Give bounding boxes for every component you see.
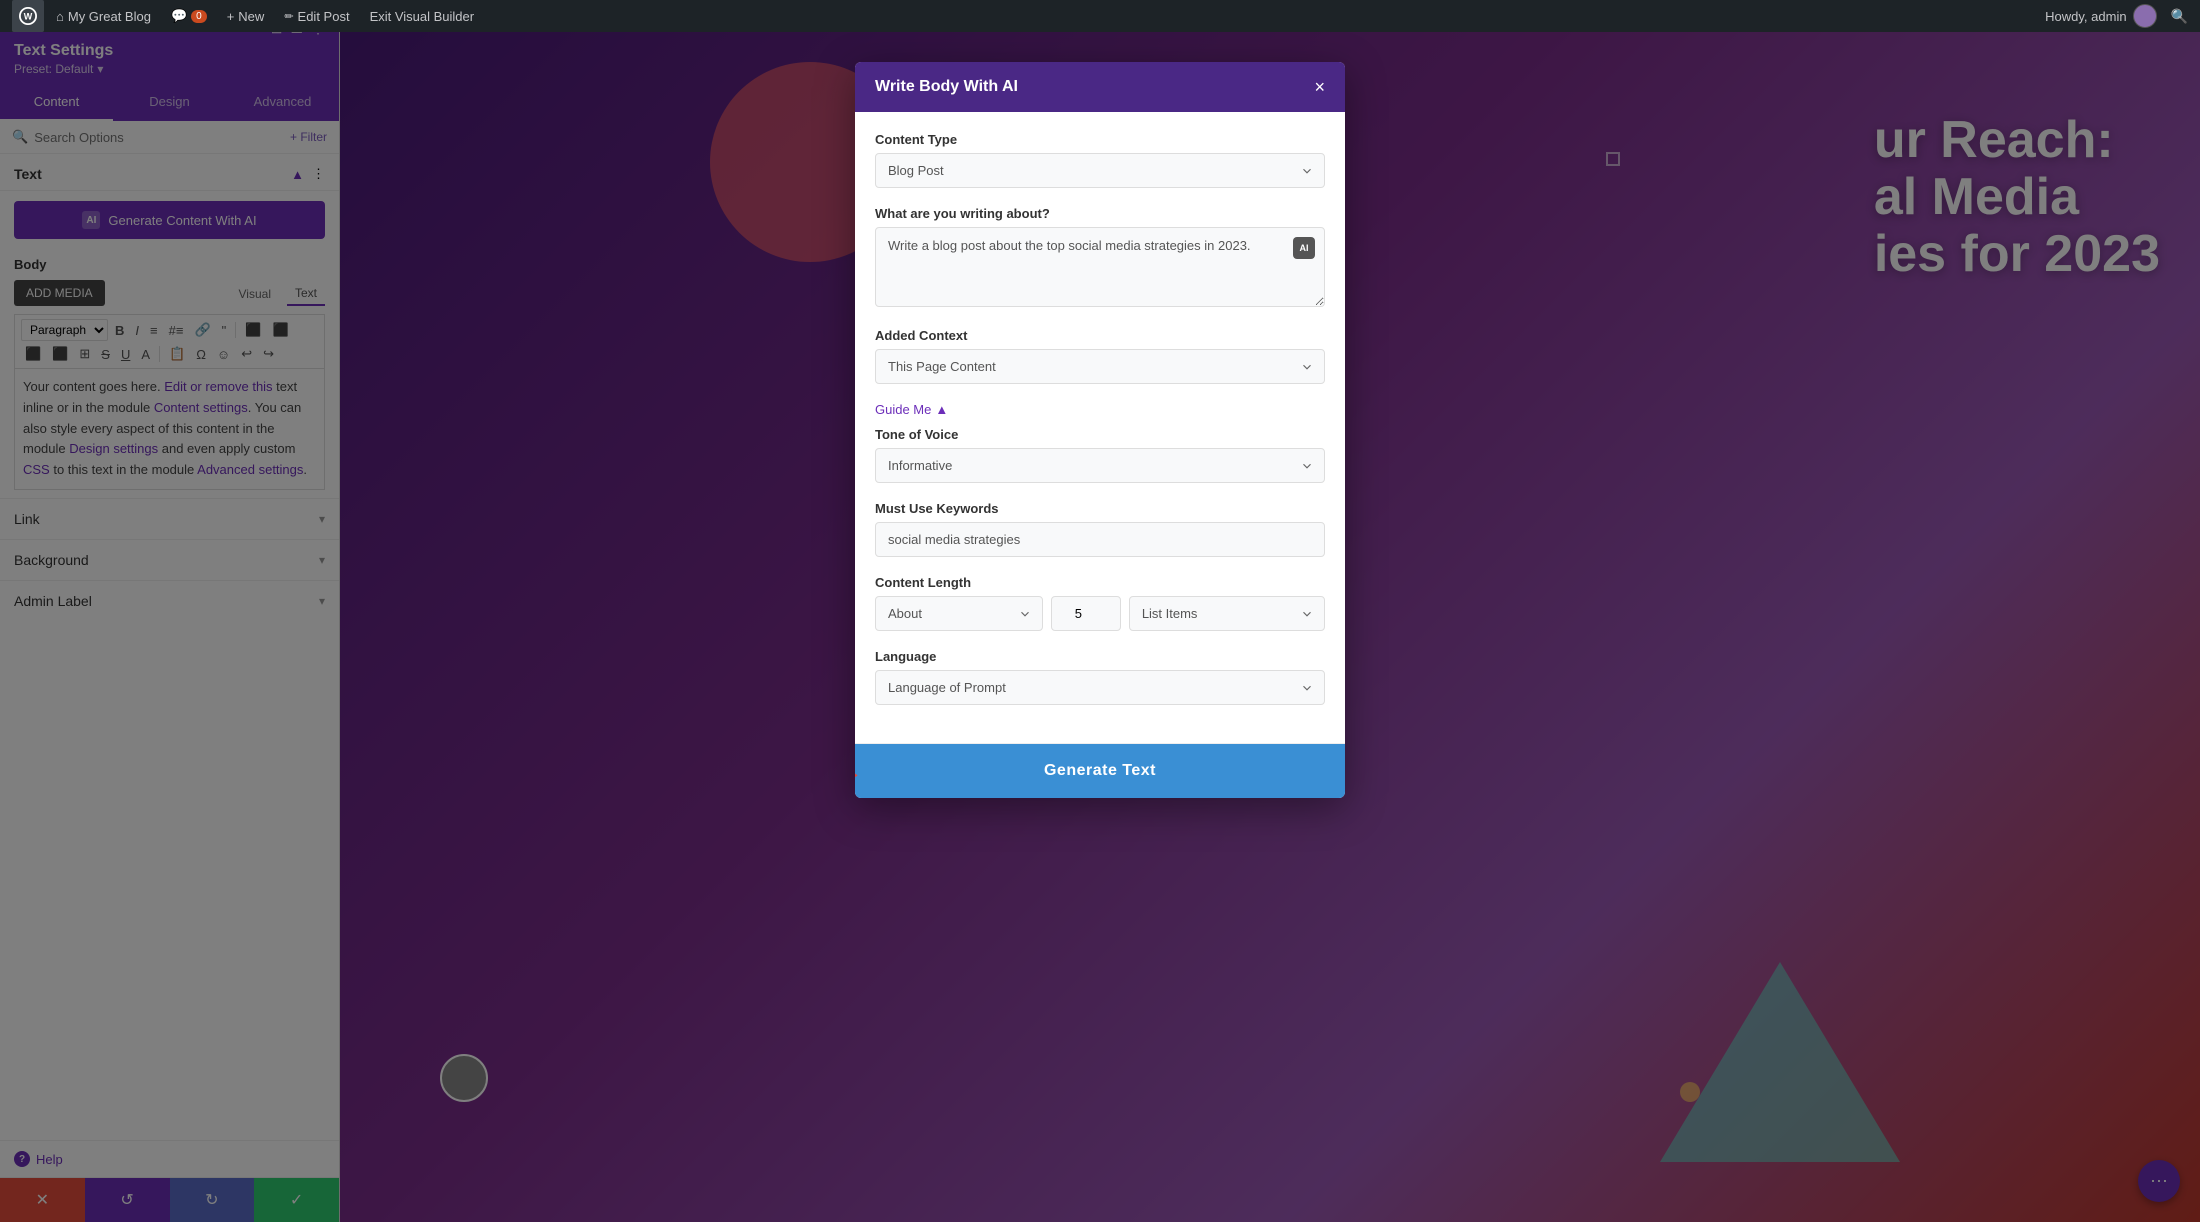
modal-header: Write Body With AI ×: [855, 62, 1345, 112]
exit-builder-item[interactable]: Exit Visual Builder: [362, 0, 483, 32]
writing-about-group: What are you writing about? Write a blog…: [875, 206, 1325, 310]
guide-me-arrow-icon: ▲: [935, 402, 948, 417]
generate-btn-wrapper: → Generate Text: [855, 744, 1345, 798]
added-context-group: Added Context This Page Content No Conte…: [875, 328, 1325, 384]
plus-icon: +: [227, 9, 235, 24]
exit-label: Exit Visual Builder: [370, 9, 475, 24]
edit-post-item[interactable]: ✏ Edit Post: [276, 0, 357, 32]
guide-me-group: Guide Me ▲ Tone of Voice Informative Pro…: [875, 402, 1325, 483]
search-icon[interactable]: 🔍: [2171, 8, 2188, 25]
writing-about-textarea[interactable]: Write a blog post about the top social m…: [875, 227, 1325, 307]
modal-close-button[interactable]: ×: [1314, 78, 1325, 96]
keywords-group: Must Use Keywords: [875, 501, 1325, 557]
new-item[interactable]: + New: [219, 0, 273, 32]
textarea-wrapper: Write a blog post about the top social m…: [875, 227, 1325, 310]
tone-label: Tone of Voice: [875, 427, 1325, 442]
content-length-label: Content Length: [875, 575, 1325, 590]
howdy-text: Howdy, admin: [2045, 9, 2126, 24]
content-type-group: Content Type Blog Post Article Social Me…: [875, 132, 1325, 188]
content-type-select[interactable]: Blog Post Article Social Media Email Pro…: [875, 153, 1325, 188]
generate-text-button[interactable]: Generate Text: [855, 744, 1345, 798]
comment-icon: 💬: [171, 8, 187, 24]
admin-bar: W ⌂ My Great Blog 💬 0 + New ✏ Edit Post …: [0, 0, 2200, 32]
language-group: Language Language of Prompt English Span…: [875, 649, 1325, 705]
site-name-item[interactable]: ⌂ My Great Blog: [48, 0, 159, 32]
content-length-row: About Exactly At Least At Most List Item…: [875, 596, 1325, 631]
about-select[interactable]: About Exactly At Least At Most: [875, 596, 1043, 631]
modal-overlay: Write Body With AI × Content Type Blog P…: [0, 32, 2200, 1222]
unit-select[interactable]: List Items Sentences Paragraphs Words: [1129, 596, 1325, 631]
svg-text:W: W: [24, 12, 33, 22]
added-context-label: Added Context: [875, 328, 1325, 343]
content-type-label: Content Type: [875, 132, 1325, 147]
edit-post-label: Edit Post: [298, 9, 350, 24]
modal-title: Write Body With AI: [875, 78, 1018, 96]
content-length-group: Content Length About Exactly At Least At…: [875, 575, 1325, 631]
pencil-icon: ✏: [284, 10, 293, 23]
keywords-label: Must Use Keywords: [875, 501, 1325, 516]
comments-item[interactable]: 💬 0: [163, 0, 215, 32]
language-label: Language: [875, 649, 1325, 664]
guide-me-label: Guide Me: [875, 402, 931, 417]
added-context-select[interactable]: This Page Content No Context Custom: [875, 349, 1325, 384]
avatar: [2133, 4, 2157, 28]
textarea-ai-icon[interactable]: AI: [1293, 237, 1315, 259]
modal-footer: → Generate Text: [855, 743, 1345, 798]
writing-about-label: What are you writing about?: [875, 206, 1325, 221]
comments-count: 0: [191, 10, 207, 23]
wp-logo[interactable]: W: [12, 0, 44, 32]
modal-body: Content Type Blog Post Article Social Me…: [855, 112, 1345, 743]
guide-me-link[interactable]: Guide Me ▲: [875, 402, 948, 417]
site-name: My Great Blog: [68, 9, 151, 24]
new-label: New: [238, 9, 264, 24]
keywords-input[interactable]: [875, 522, 1325, 557]
arrow-indicator: →: [855, 755, 863, 787]
length-number-input[interactable]: [1051, 596, 1121, 631]
language-select[interactable]: Language of Prompt English Spanish Frenc…: [875, 670, 1325, 705]
home-icon: ⌂: [56, 9, 64, 24]
tone-select[interactable]: Informative Professional Casual Friendly…: [875, 448, 1325, 483]
ai-modal: Write Body With AI × Content Type Blog P…: [855, 62, 1345, 798]
user-info: Howdy, admin 🔍: [2045, 4, 2188, 28]
